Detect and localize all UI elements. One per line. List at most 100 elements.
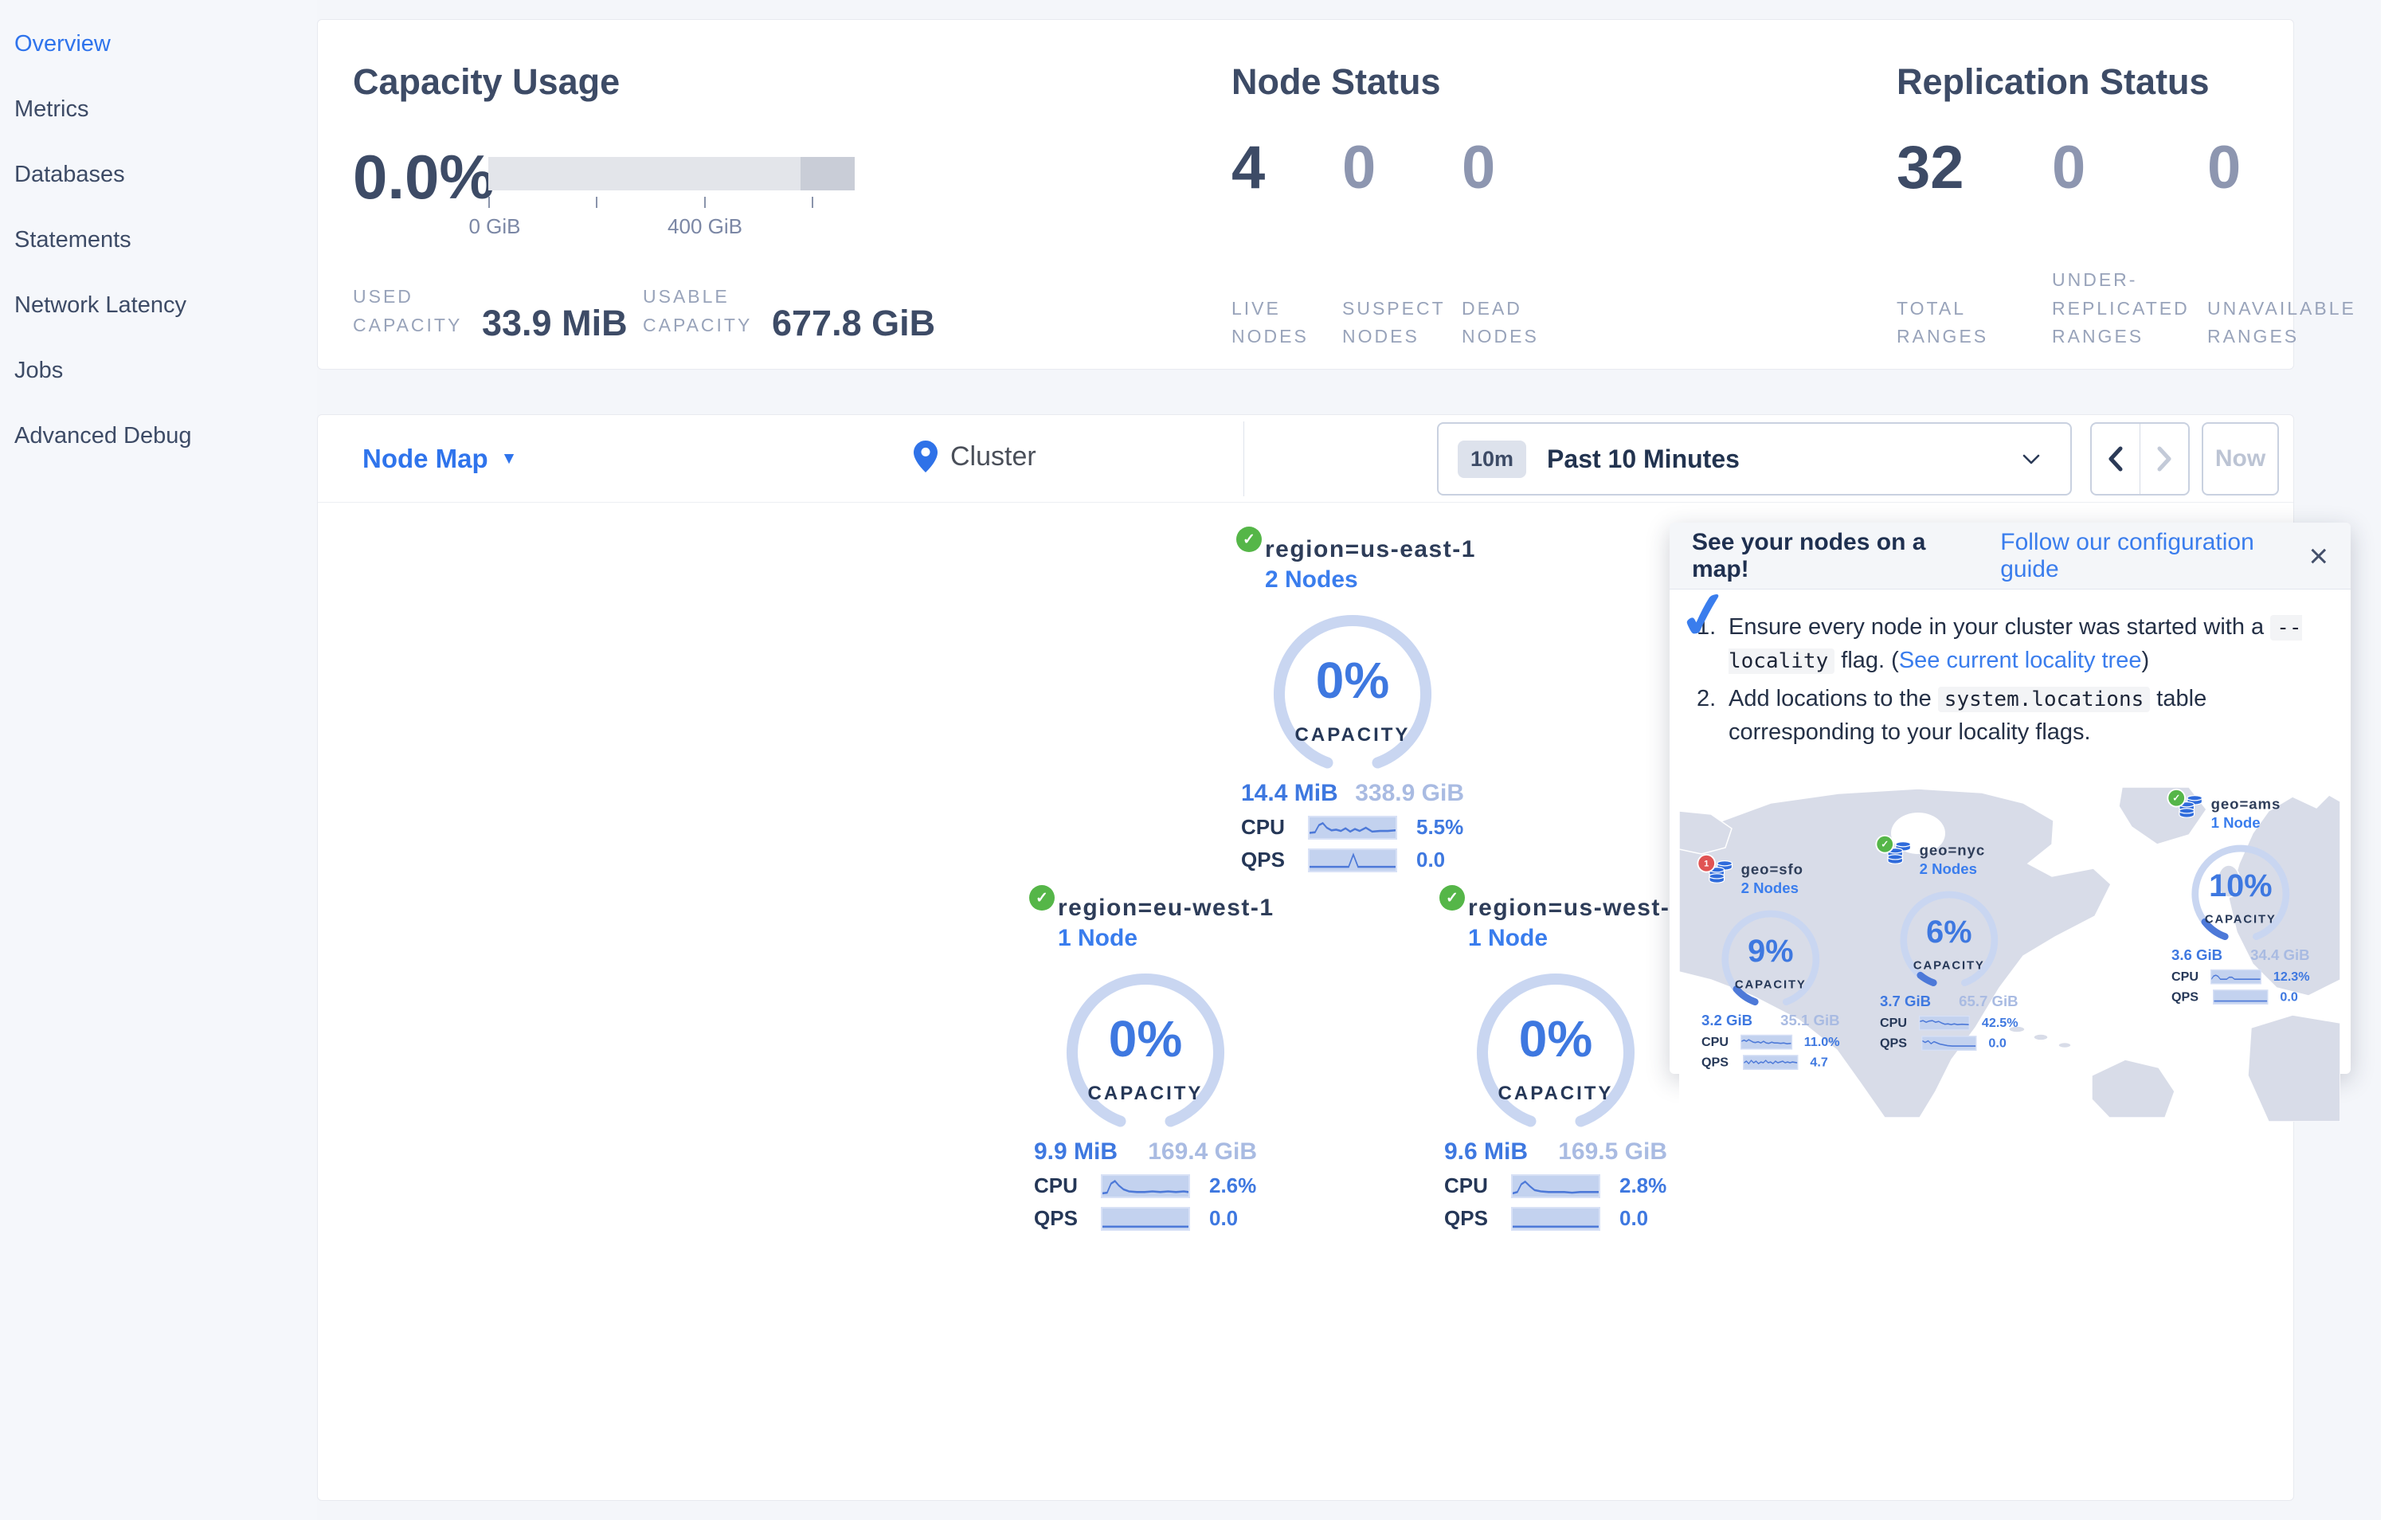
qps-sparkline: [1921, 1035, 1977, 1051]
region-name: region=us-east-1: [1265, 536, 1476, 562]
qps-label: QPS: [1444, 1206, 1488, 1230]
cpu-value: 2.8%: [1619, 1173, 1667, 1197]
capacity-bar: [488, 157, 855, 190]
step-number: 2.: [1697, 686, 1717, 712]
capacity-total: 34.4 GiB: [2250, 946, 2310, 964]
capacity-percent: 0%: [1518, 1010, 1593, 1068]
under-replicated-ranges-value: 0: [2052, 134, 2086, 202]
qps-label: QPS: [1241, 848, 1285, 872]
capacity-total: 338.9 GiB: [1355, 780, 1464, 806]
locality-nodes-label: 2 Nodes: [1740, 879, 1799, 897]
cpu-sparkline: [1918, 1015, 1971, 1031]
capacity-used: 14.4 MiB: [1241, 780, 1338, 806]
capacity-usage-title: Capacity Usage: [353, 61, 621, 102]
capacity-total: 169.4 GiB: [1148, 1138, 1257, 1165]
region-nodes-link[interactable]: 1 Node: [1058, 925, 1274, 952]
capacity-axis-label-400: 400 GiB: [668, 214, 742, 238]
qps-label: QPS: [1701, 1054, 1729, 1070]
sidebar-item-jobs[interactable]: Jobs: [14, 338, 317, 403]
used-capacity-value: 33.9 MiB: [482, 303, 628, 344]
breadcrumb-label: Cluster: [950, 441, 1036, 472]
cpu-sparkline: [1308, 815, 1397, 840]
step-done-check-icon: ✓: [1673, 576, 1736, 655]
capacity-label: CAPACITY: [2204, 912, 2277, 926]
qps-sparkline: [1511, 1206, 1600, 1231]
healthy-check-icon: ✓: [2168, 789, 2185, 806]
setup-step-2: 2. Add locations to the system.locations…: [1697, 682, 2324, 749]
unavailable-ranges-label: UNAVAILABLE RANGES: [2207, 297, 2356, 347]
capacity-axis-tick: [596, 197, 597, 208]
capacity-percent: 10%: [2209, 868, 2273, 903]
cpu-value: 12.3%: [2273, 969, 2310, 984]
locality-breadcrumb[interactable]: Cluster: [914, 441, 1036, 472]
region-nodes-link[interactable]: 2 Nodes: [1265, 566, 1476, 594]
cpu-label: CPU: [1444, 1173, 1488, 1197]
qps-value: 0.0: [1209, 1206, 1239, 1230]
region-nodes-link[interactable]: 1 Node: [1468, 925, 1685, 952]
cpu-label: CPU: [1034, 1173, 1078, 1197]
time-forward-button[interactable]: [2140, 424, 2188, 494]
capacity-gauge: 0% CAPACITY: [1472, 965, 1639, 1132]
qps-sparkline: [1101, 1206, 1190, 1231]
sidebar-item-metrics[interactable]: Metrics: [14, 76, 317, 142]
region-widget-eu-west-1[interactable]: ✓ region=eu-west-1 1 Node 0% CAPACITY 9.…: [1029, 885, 1273, 1231]
cpu-label: CPU: [1880, 1015, 1908, 1030]
region-widget-us-east-1[interactable]: ✓ region=us-east-1 2 Nodes 0% CAPACITY 1…: [1236, 527, 1474, 872]
replication-status-title: Replication Status: [1897, 61, 2210, 102]
qps-label: QPS: [1034, 1206, 1078, 1230]
sidebar-item-databases[interactable]: Databases: [14, 142, 317, 207]
capacity-gauge: 9% CAPACITY: [1719, 905, 1823, 1009]
capacity-axis-label-0: 0 GiB: [468, 214, 521, 238]
used-capacity-label: USED CAPACITY: [353, 286, 463, 335]
capacity-percent: 9%: [1748, 933, 1794, 969]
capacity-gauge: 6% CAPACITY: [1897, 886, 2001, 989]
sidebar-item-network-latency[interactable]: Network Latency: [14, 272, 317, 338]
cpu-value: 5.5%: [1416, 815, 1464, 839]
caret-down-icon: ▼: [500, 449, 518, 468]
capacity-used: 3.2 GiB: [1701, 1012, 1753, 1029]
close-icon[interactable]: ×: [2308, 539, 2328, 573]
live-nodes-label: LIVE NODES: [1231, 297, 1309, 347]
healthy-check-icon: ✓: [1439, 885, 1465, 911]
mini-region-geo-sfo: 1 geo=sfo 2 Nodes 9% CAPACITY 3.2 GiB 35…: [1698, 855, 1840, 1070]
cpu-value: 42.5%: [1981, 1015, 2018, 1030]
capacity-label: CAPACITY: [1734, 977, 1807, 992]
popup-body: ✓ 1. Ensure every node in your cluster w…: [1670, 577, 2351, 1122]
system-locations-code: system.locations: [1937, 687, 2151, 713]
capacity-label: CAPACITY: [1498, 1083, 1614, 1104]
time-range-dropdown[interactable]: 10m Past 10 Minutes: [1437, 422, 2072, 496]
locality-nodes-label: 2 Nodes: [1919, 860, 1977, 878]
total-ranges-label: TOTAL RANGES: [1897, 297, 1989, 347]
capacity-total: 169.5 GiB: [1558, 1138, 1667, 1165]
time-step-buttons: [2090, 422, 2190, 496]
configuration-guide-link[interactable]: Follow our configuration guide: [2000, 529, 2308, 583]
cpu-sparkline: [1740, 1034, 1792, 1050]
qps-sparkline: [1743, 1054, 1799, 1070]
unavailable-ranges-stat: 0 UNAVAILABLE RANGES: [2207, 138, 2354, 351]
map-pin-icon: [914, 441, 938, 472]
cpu-label: CPU: [2171, 969, 2199, 984]
qps-value: 0.0: [2280, 989, 2298, 1005]
locality-tree-link[interactable]: See current locality tree: [1899, 648, 2142, 673]
sidebar-item-statements[interactable]: Statements: [14, 207, 317, 272]
qps-value: 0.0: [1988, 1035, 2007, 1051]
capacity-percent: 0%: [1315, 652, 1390, 709]
dead-nodes-label: DEAD NODES: [1462, 297, 1539, 347]
cpu-label: CPU: [1701, 1034, 1729, 1049]
qps-value: 4.7: [1810, 1054, 1828, 1070]
time-back-button[interactable]: [2092, 424, 2140, 494]
view-mode-dropdown[interactable]: Node Map ▼: [362, 444, 517, 474]
sidebar-item-overview[interactable]: Overview: [14, 11, 317, 76]
toolbar-divider: [1243, 421, 1244, 496]
scrollbar[interactable]: [2381, 0, 2408, 1520]
now-button[interactable]: Now: [2202, 422, 2279, 496]
capacity-percent: 6%: [1926, 914, 1972, 950]
qps-sparkline: [2213, 989, 2269, 1005]
region-widget-us-west-1[interactable]: ✓ region=us-west-1 1 Node 0% CAPACITY 9.…: [1439, 885, 1683, 1231]
capacity-gauge: 0% CAPACITY: [1062, 965, 1229, 1132]
capacity-total: 35.1 GiB: [1780, 1012, 1840, 1029]
capacity-label: CAPACITY: [1913, 958, 1985, 973]
sidebar-item-advanced-debug[interactable]: Advanced Debug: [14, 403, 317, 468]
step-text: Add locations to the system.locations ta…: [1729, 686, 2207, 746]
capacity-axis-tick: [488, 197, 490, 208]
